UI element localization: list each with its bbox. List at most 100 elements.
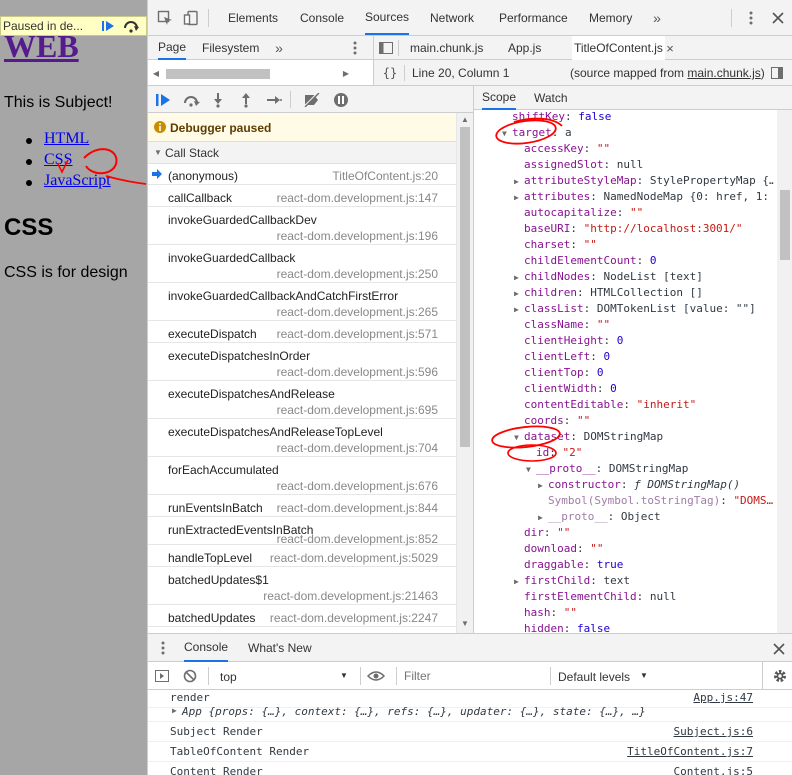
scroll-left-icon[interactable]: ◀	[152, 68, 160, 78]
live-expression-eye-icon[interactable]	[366, 668, 386, 684]
call-frame[interactable]: batchedUpdates$1 react-dom.development.j…	[148, 568, 456, 605]
editor-tab-title-of-content[interactable]: TitleOfContent.js	[572, 36, 665, 60]
tab-elements[interactable]: Elements	[228, 0, 278, 35]
collapsed-triangle-icon[interactable]: ▶	[538, 478, 548, 494]
frame-location[interactable]: react-dom.development.js:250	[277, 267, 438, 281]
call-frame[interactable]: executeDispatchesInOrder react-dom.devel…	[148, 344, 456, 381]
resume-icon[interactable]	[101, 20, 115, 32]
call-stack-header[interactable]: ▼ Call Stack	[148, 142, 456, 164]
tab-network[interactable]: Network	[430, 0, 474, 35]
call-frame-selected[interactable]: (anonymous) TitleOfContent.js:20	[148, 164, 456, 185]
frame-location[interactable]: react-dom.development.js:704	[277, 441, 438, 455]
more-tabs-icon[interactable]: »	[650, 10, 664, 26]
scope-scrollbar-thumb[interactable]	[780, 190, 790, 260]
drawer-tab-console[interactable]: Console	[184, 634, 229, 662]
console-message[interactable]: ▶ App {props: {…}, context: {…}, refs: {…	[148, 700, 792, 722]
editor-tab-main-chunk[interactable]: main.chunk.js	[410, 36, 483, 60]
call-frame[interactable]: runExtractedEventsInBatch react-dom.deve…	[148, 518, 456, 546]
source-mapped-link[interactable]: main.chunk.js	[687, 66, 760, 80]
step-over-icon[interactable]	[123, 19, 141, 33]
scroll-up-icon[interactable]: ▲	[461, 115, 469, 124]
scope-property-row: dir: ""	[514, 525, 570, 541]
more-navigator-icon[interactable]: »	[272, 39, 286, 57]
call-frame[interactable]: callCallback react-dom.development.js:14…	[148, 186, 456, 207]
call-frame[interactable]: invokeGuardedCallbackAndCatchFirstError …	[148, 284, 456, 321]
frame-location[interactable]: react-dom.development.js:21463	[263, 589, 438, 603]
console-settings-gear-icon[interactable]	[772, 668, 788, 684]
tab-memory[interactable]: Memory	[589, 0, 632, 35]
call-frame[interactable]: invokeGuardedCallbackDev react-dom.devel…	[148, 208, 456, 245]
scope-property-row[interactable]: ▶ __proto__: Object	[538, 509, 661, 525]
step-out-icon[interactable]	[238, 91, 254, 109]
call-frame[interactable]: runEventsInBatch react-dom.development.j…	[148, 496, 456, 517]
page-title[interactable]: WEB	[4, 30, 79, 62]
frame-location[interactable]: react-dom.development.js:852	[277, 532, 438, 546]
frame-location[interactable]: TitleOfContent.js:20	[332, 169, 438, 183]
deactivate-breakpoints-icon[interactable]	[302, 91, 322, 109]
resume-icon[interactable]	[154, 91, 172, 109]
close-drawer-icon[interactable]	[772, 642, 786, 656]
close-icon[interactable]	[770, 9, 786, 27]
frame-location[interactable]: react-dom.development.js:571	[277, 327, 438, 341]
scroll-right-icon[interactable]: ▶	[342, 68, 350, 78]
drawer-menu-icon[interactable]	[158, 640, 168, 656]
call-frame[interactable]: executeDispatchesAndReleaseTopLevel reac…	[148, 420, 456, 457]
frame-location[interactable]: react-dom.development.js:147	[277, 191, 438, 205]
tab-scope[interactable]: Scope	[482, 86, 517, 110]
call-frame[interactable]: handleTopLevel react-dom.development.js:…	[148, 546, 456, 567]
toggle-navigator-icon[interactable]	[378, 40, 394, 56]
frame-location[interactable]: react-dom.development.js:265	[277, 305, 438, 319]
log-levels-dropdown[interactable]: Default levels ▼	[558, 666, 648, 686]
console-filter-input[interactable]	[402, 666, 550, 686]
navigator-menu-icon[interactable]	[350, 40, 360, 56]
frame-location[interactable]: react-dom.development.js:844	[277, 501, 438, 515]
sidebar-scrollbar[interactable]: ▲ ▼	[456, 113, 473, 633]
tab-filesystem[interactable]: Filesystem	[202, 36, 259, 60]
context-selector[interactable]: top ▼	[212, 666, 352, 686]
tab-sources[interactable]: Sources	[365, 0, 410, 35]
frame-location[interactable]: react-dom.development.js:695	[277, 403, 438, 417]
call-frame[interactable]: executeDispatch react-dom.development.js…	[148, 322, 456, 343]
inspect-element-icon[interactable]	[156, 9, 174, 27]
scope-property-row[interactable]: ▶ constructor: ƒ DOMStringMap()	[538, 477, 740, 493]
call-frame[interactable]: executeDispatchesAndRelease react-dom.de…	[148, 382, 456, 419]
editor-tab-app[interactable]: App.js	[508, 36, 541, 60]
console-message-source[interactable]: Subject.js:6	[674, 725, 753, 738]
console-message-source[interactable]: TitleOfContent.js:7	[627, 745, 753, 758]
close-tab-icon[interactable]: ×	[664, 41, 676, 56]
clear-console-icon[interactable]	[182, 668, 198, 684]
frame-function: (anonymous)	[168, 169, 239, 183]
console-message-source[interactable]: Content.js:5	[674, 765, 753, 775]
frame-location[interactable]: react-dom.development.js:676	[277, 479, 438, 493]
scroll-down-icon[interactable]: ▼	[461, 619, 469, 628]
frame-location[interactable]: react-dom.development.js:5029	[270, 551, 438, 565]
device-toolbar-icon[interactable]	[182, 9, 200, 27]
coverage-icon[interactable]	[770, 66, 784, 80]
pretty-print-icon[interactable]: {}	[382, 65, 398, 81]
call-frame[interactable]: forEachAccumulated react-dom.development…	[148, 458, 456, 495]
frame-location[interactable]: react-dom.development.js:2247	[270, 611, 438, 625]
expand-triangle-icon[interactable]: ▶	[172, 706, 177, 715]
tab-watch[interactable]: Watch	[534, 86, 568, 110]
call-frame[interactable]: batchedUpdates react-dom.development.js:…	[148, 606, 456, 627]
step-into-icon[interactable]	[210, 91, 226, 109]
scope-property-row[interactable]: ▶ firstChild: text	[514, 573, 630, 589]
tab-performance[interactable]: Performance	[499, 0, 568, 35]
kebab-menu-icon[interactable]	[744, 9, 758, 27]
collapsed-triangle-icon[interactable]: ▶	[514, 574, 524, 590]
drawer-tab-whats-new[interactable]: What's New	[248, 634, 312, 662]
horizontal-scrollbar-thumb[interactable]	[166, 69, 270, 79]
frame-location[interactable]: react-dom.development.js:196	[277, 229, 438, 243]
collapse-triangle-icon[interactable]: ▼	[154, 148, 162, 157]
call-frame[interactable]: invokeGuardedCallback react-dom.developm…	[148, 246, 456, 283]
collapsed-triangle-icon[interactable]: ▶	[538, 510, 548, 526]
scope-scrollbar[interactable]	[777, 110, 792, 633]
console-sidebar-icon[interactable]	[154, 668, 170, 684]
step-over-icon[interactable]	[182, 91, 202, 109]
tab-page[interactable]: Page	[158, 36, 187, 60]
tab-console[interactable]: Console	[300, 0, 344, 35]
vertical-scrollbar-thumb[interactable]	[460, 127, 470, 447]
frame-location[interactable]: react-dom.development.js:596	[277, 365, 438, 379]
pause-on-exceptions-icon[interactable]	[332, 91, 350, 109]
step-icon[interactable]	[266, 91, 282, 109]
